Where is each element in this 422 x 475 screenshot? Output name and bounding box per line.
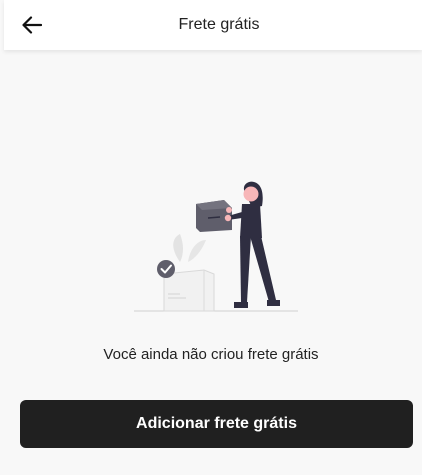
empty-state-illustration [134, 181, 298, 312]
arrow-left-icon [22, 16, 42, 34]
add-free-shipping-button[interactable]: Adicionar frete grátis [20, 400, 413, 448]
check-icon [157, 260, 175, 278]
back-button[interactable] [18, 12, 46, 38]
empty-state-message: Você ainda não criou frete grátis [103, 346, 319, 363]
top-bar: Frete grátis [4, 0, 422, 50]
page-title: Frete grátis [178, 16, 260, 33]
